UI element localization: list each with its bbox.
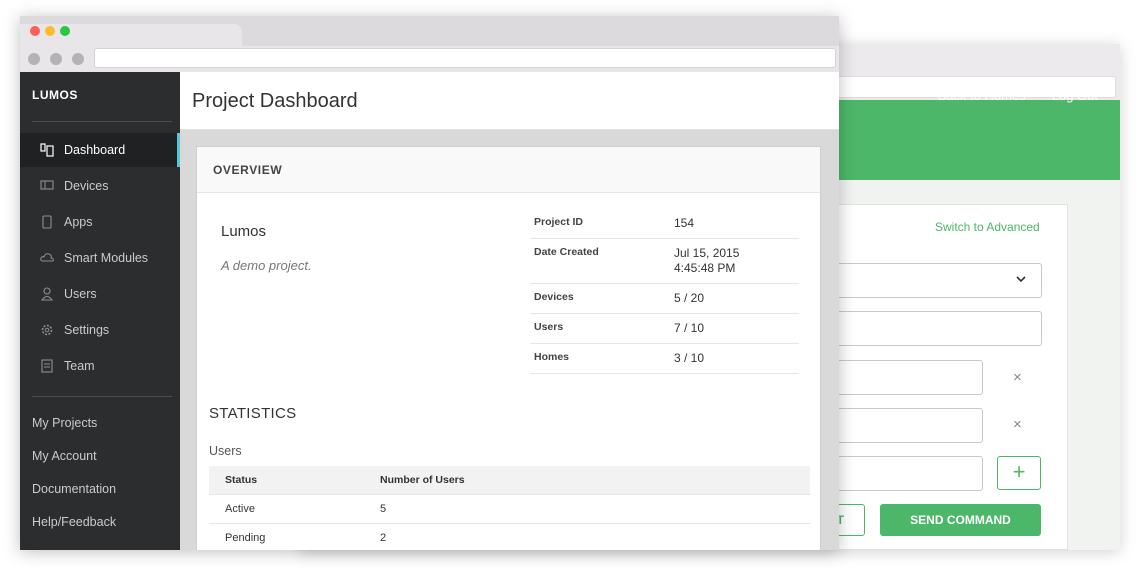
send-command-button[interactable]: SEND COMMAND: [880, 504, 1041, 536]
table-cell: 5: [380, 503, 387, 515]
command-input[interactable]: [820, 311, 1042, 346]
info-value: 5 / 20: [674, 291, 705, 305]
sidebar-item-label: Settings: [64, 323, 110, 337]
sidebar-item-smart-modules[interactable]: Smart Modules: [20, 241, 180, 275]
url-bar[interactable]: [94, 48, 836, 68]
sidebar-item-team[interactable]: Team: [20, 349, 180, 383]
sidebar-item-dashboard[interactable]: Dashboard: [20, 133, 180, 167]
project-description: A demo project.: [221, 258, 312, 273]
table-cell: Pending: [225, 532, 266, 544]
sidebar-item-label: Apps: [64, 215, 93, 229]
sidebar-divider: [32, 121, 172, 122]
page-header: Project Dashboard: [180, 72, 839, 130]
table-cell: 2: [380, 532, 387, 544]
users-stats-table: Status Number of Users Active 5 Pending …: [209, 466, 810, 550]
sidebar-item-label: Smart Modules: [64, 251, 149, 265]
chevron-down-icon: [1015, 272, 1027, 288]
column-header: Number of Users: [380, 474, 465, 486]
log-out-link[interactable]: Log Out: [1052, 88, 1098, 103]
remove-param-2-icon[interactable]: ×: [1013, 416, 1022, 433]
info-key: Users: [534, 321, 564, 333]
dashboard-icon: [40, 143, 54, 157]
minimize-window-icon[interactable]: [45, 26, 55, 36]
sidebar: LUMOS Dashboard Devices Apps Smart Modul…: [20, 72, 180, 550]
info-key: Devices: [534, 291, 574, 303]
info-row: Homes 3 / 10: [530, 344, 799, 374]
project-info-table: Project ID 154 Date Created Jul 15, 2015…: [530, 209, 799, 374]
info-key: Date Created: [534, 246, 599, 258]
info-value: 154: [674, 216, 695, 230]
page-title: Project Dashboard: [192, 90, 358, 112]
back-top-nav: Back to Homes Log Out: [938, 88, 1098, 103]
back-to-homes-link[interactable]: Back to Homes: [938, 88, 1026, 103]
cloud-icon: [40, 251, 54, 265]
close-window-icon[interactable]: [30, 26, 40, 36]
sidebar-item-label: Team: [64, 359, 95, 373]
info-key: Project ID: [534, 216, 584, 228]
info-value: Jul 15, 2015 4:45:48 PM: [674, 246, 740, 275]
team-icon: [40, 359, 54, 373]
sidebar-item-apps[interactable]: Apps: [20, 205, 180, 239]
browser-chrome: [20, 16, 839, 72]
sidebar-item-settings[interactable]: Settings: [20, 313, 180, 347]
my-account-link[interactable]: My Account: [32, 449, 97, 463]
param-input-3[interactable]: [820, 456, 983, 491]
sidebar-divider: [32, 396, 172, 397]
sidebar-item-label: Dashboard: [64, 143, 126, 157]
devices-icon: [40, 179, 54, 193]
info-value: 3 / 10: [674, 351, 705, 365]
param-input-1[interactable]: [820, 360, 983, 395]
overview-card: OVERVIEW Lumos A demo project. Project I…: [196, 146, 821, 550]
sidebar-item-users[interactable]: Users: [20, 277, 180, 311]
forward-nav-icon[interactable]: [50, 53, 62, 65]
table-row: Pending 2: [209, 524, 810, 550]
table-cell: Active: [225, 503, 255, 515]
switch-to-advanced-link[interactable]: Switch to Advanced: [935, 220, 1040, 234]
statistics-heading: STATISTICS: [209, 405, 297, 422]
front-browser-window: LUMOS Dashboard Devices Apps Smart Modul…: [20, 16, 839, 550]
back-nav-icon[interactable]: [28, 53, 40, 65]
user-icon: [40, 287, 54, 301]
column-header: Status: [225, 474, 258, 486]
info-row: Date Created Jul 15, 2015 4:45:48 PM: [530, 239, 799, 284]
main-content: OVERVIEW Lumos A demo project. Project I…: [180, 130, 839, 550]
apps-icon: [40, 215, 54, 229]
help-feedback-link[interactable]: Help/Feedback: [32, 515, 116, 529]
sidebar-item-label: Users: [64, 287, 97, 301]
command-select[interactable]: [820, 263, 1042, 298]
info-row: Devices 5 / 20: [530, 284, 799, 314]
my-projects-link[interactable]: My Projects: [32, 416, 97, 430]
param-input-2[interactable]: [820, 408, 983, 443]
project-name: Lumos: [221, 223, 267, 240]
brand-logo: LUMOS: [32, 88, 78, 102]
info-key: Homes: [534, 351, 570, 363]
screenshot-stage: Back to Homes Log Out Switch to Advanced…: [0, 0, 1140, 574]
remove-param-1-icon[interactable]: ×: [1013, 369, 1022, 386]
statistics-subheading: Users: [209, 444, 242, 458]
sidebar-item-label: Devices: [64, 179, 109, 193]
table-header-row: Status Number of Users: [209, 466, 810, 495]
info-row: Users 7 / 10: [530, 314, 799, 344]
add-param-button[interactable]: +: [997, 456, 1041, 490]
info-row: Project ID 154: [530, 209, 799, 239]
table-row: Active 5: [209, 495, 810, 524]
info-value: 7 / 10: [674, 321, 705, 335]
overview-heading: OVERVIEW: [197, 147, 820, 193]
gear-icon: [40, 323, 54, 337]
reload-icon[interactable]: [72, 53, 84, 65]
maximize-window-icon[interactable]: [60, 26, 70, 36]
sidebar-item-devices[interactable]: Devices: [20, 169, 180, 203]
documentation-link[interactable]: Documentation: [32, 482, 116, 496]
